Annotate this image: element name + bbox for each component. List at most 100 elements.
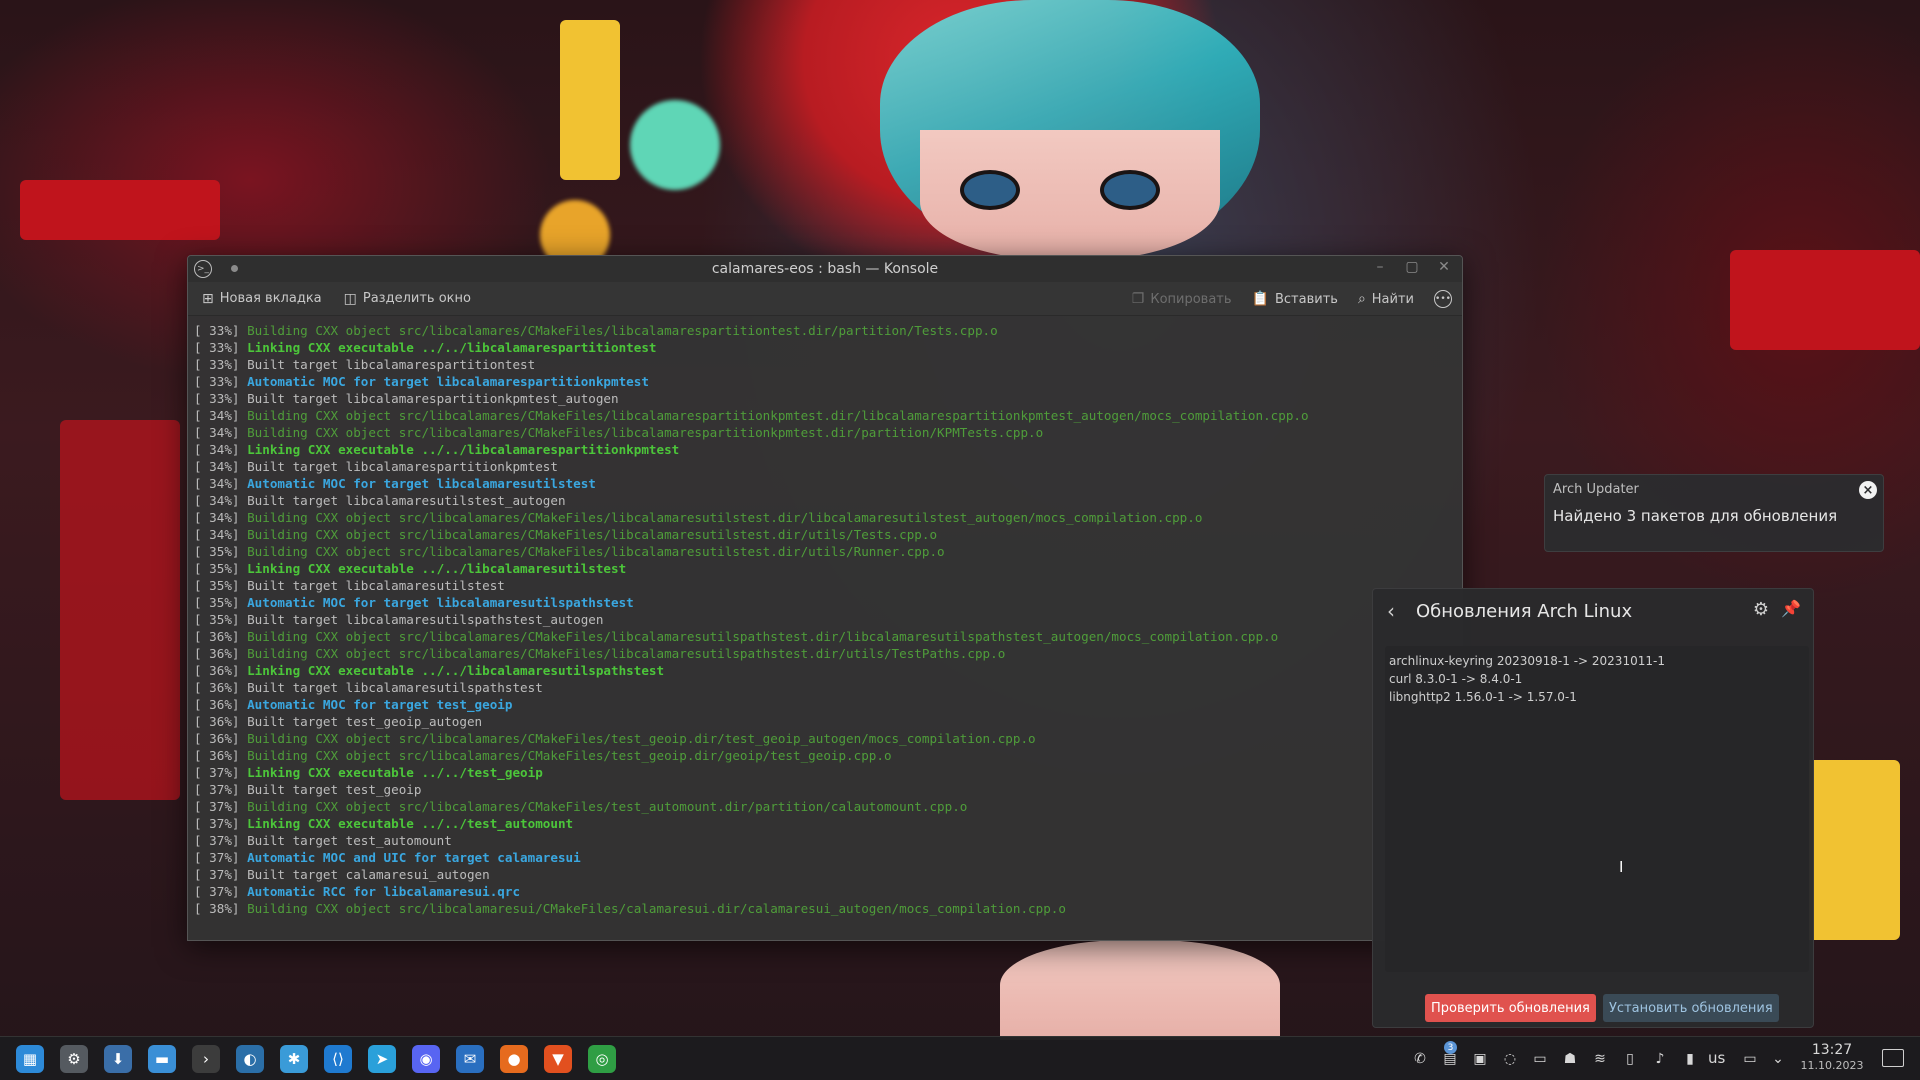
konsole-window[interactable]: >_ calamares-eos : bash — Konsole – ▢ ✕ … bbox=[187, 255, 1463, 941]
display-tray-icon[interactable]: ▭ bbox=[1530, 1049, 1550, 1069]
install-updates-button[interactable]: Установить обновления bbox=[1603, 994, 1779, 1022]
terminal-line: [ 33%] Linking CXX executable ../../libc… bbox=[194, 339, 1456, 356]
wallpaper-neon-sign bbox=[60, 420, 180, 800]
build-message: Linking CXX executable ../../libcalamare… bbox=[247, 663, 665, 678]
wallpaper-character-eye bbox=[960, 170, 1020, 210]
build-message: Building CXX object src/libcalamares/CMa… bbox=[247, 731, 1036, 746]
more-icon[interactable]: ••• bbox=[1434, 290, 1452, 308]
clock[interactable]: 13:27 11.10.2023 bbox=[1800, 1042, 1864, 1073]
terminal-output[interactable]: [ 33%] Building CXX object src/libcalama… bbox=[188, 318, 1462, 940]
network-tray-icon[interactable]: ≋ bbox=[1590, 1049, 1610, 1069]
kde-connect-icon[interactable]: ✱ bbox=[280, 1045, 308, 1073]
build-progress-percent: [ 37%] bbox=[194, 765, 248, 780]
build-message: Built target libcalamarespartitionkpmtes… bbox=[247, 459, 558, 474]
vpn-tray-icon[interactable]: ◌ bbox=[1500, 1049, 1520, 1069]
gear-icon[interactable]: ⚙ bbox=[1753, 599, 1769, 620]
back-arrow-icon[interactable]: ‹ bbox=[1387, 599, 1395, 623]
paste-button[interactable]: 📋 Вставить bbox=[1252, 291, 1338, 307]
package-update-item[interactable]: libnghttp2 1.56.0-1 -> 1.57.0-1 bbox=[1389, 688, 1805, 706]
file-manager-icon[interactable]: ▬ bbox=[148, 1045, 176, 1073]
window-titlebar[interactable]: >_ calamares-eos : bash — Konsole – ▢ ✕ bbox=[188, 256, 1462, 282]
build-progress-percent: [ 35%] bbox=[194, 578, 248, 593]
build-message: Automatic MOC for target libcalamaresuti… bbox=[247, 476, 596, 491]
clipboard-tray-icon[interactable]: ▯ bbox=[1620, 1049, 1640, 1069]
discord-icon[interactable]: ◉ bbox=[412, 1045, 440, 1073]
software-store-icon[interactable]: ⬇ bbox=[104, 1045, 132, 1073]
terminal-line: [ 33%] Building CXX object src/libcalama… bbox=[194, 322, 1456, 339]
build-message: Building CXX object src/libcalamaresui/C… bbox=[247, 901, 1066, 916]
build-progress-percent: [ 36%] bbox=[194, 680, 248, 695]
show-desktop-icon[interactable] bbox=[1882, 1049, 1904, 1067]
build-message: Automatic MOC for target libcalamaresuti… bbox=[247, 595, 634, 610]
find-button[interactable]: ⌕ Найти bbox=[1358, 291, 1414, 307]
build-message: Linking CXX executable ../../libcalamare… bbox=[247, 442, 680, 457]
screenshot-tray-icon[interactable]: ▣ bbox=[1470, 1049, 1490, 1069]
terminal-line: [ 34%] Building CXX object src/libcalama… bbox=[194, 526, 1456, 543]
terminal-line: [ 36%] Built target libcalamaresutilspat… bbox=[194, 679, 1456, 696]
terminal-icon[interactable]: >_ bbox=[194, 260, 212, 278]
wallpaper-lantern bbox=[630, 100, 720, 190]
battery-tray-icon[interactable]: ▮ bbox=[1680, 1049, 1700, 1069]
build-progress-percent: [ 33%] bbox=[194, 357, 248, 372]
firefox-icon[interactable]: ● bbox=[500, 1045, 528, 1073]
kde-connect-tray-icon[interactable]: ✆ bbox=[1410, 1049, 1430, 1069]
build-message: Built target calamaresui_autogen bbox=[247, 867, 490, 882]
browser-edge-icon[interactable]: ◐ bbox=[236, 1045, 264, 1073]
copy-button[interactable]: ❐ Копировать bbox=[1132, 291, 1232, 307]
build-progress-percent: [ 34%] bbox=[194, 408, 248, 423]
build-progress-percent: [ 33%] bbox=[194, 391, 248, 406]
window-pin-dot[interactable] bbox=[231, 265, 238, 272]
volume-tray-icon[interactable]: ♪ bbox=[1650, 1049, 1670, 1069]
package-update-item[interactable]: archlinux-keyring 20230918-1 -> 20231011… bbox=[1389, 652, 1805, 670]
build-message: Built target libcalamaresutilspathstest bbox=[247, 680, 543, 695]
paste-icon: 📋 bbox=[1251, 291, 1269, 307]
terminal-line: [ 35%] Built target libcalamaresutilstes… bbox=[194, 577, 1456, 594]
pin-icon[interactable]: 📌 bbox=[1781, 599, 1801, 618]
terminal-line: [ 37%] Built target calamaresui_autogen bbox=[194, 866, 1456, 883]
close-icon[interactable]: × bbox=[1859, 481, 1877, 499]
build-message: Automatic RCC for libcalamaresui.qrc bbox=[247, 884, 521, 899]
terminal-icon[interactable]: › bbox=[192, 1045, 220, 1073]
maximize-icon[interactable]: ▢ bbox=[1402, 259, 1422, 275]
package-update-list[interactable]: archlinux-keyring 20230918-1 -> 20231011… bbox=[1385, 646, 1809, 972]
thunderbird-icon[interactable]: ✉ bbox=[456, 1045, 484, 1073]
terminal-line: [ 37%] Built target test_geoip bbox=[194, 781, 1456, 798]
application-launcher-icon[interactable]: ▦ bbox=[16, 1045, 44, 1073]
build-message: Building CXX object src/libcalamares/CMa… bbox=[247, 510, 1203, 525]
update-notification[interactable]: Arch Updater Найдено 3 пакетов для обнов… bbox=[1544, 474, 1884, 552]
close-icon[interactable]: ✕ bbox=[1434, 259, 1454, 275]
package-update-item[interactable]: curl 8.3.0-1 -> 8.4.0-1 bbox=[1389, 670, 1805, 688]
build-progress-percent: [ 34%] bbox=[194, 459, 248, 474]
window-title: calamares-eos : bash — Konsole bbox=[711, 261, 939, 277]
monitor-tray-icon[interactable]: ▭ bbox=[1740, 1049, 1760, 1069]
check-updates-button[interactable]: Проверить обновления bbox=[1425, 994, 1596, 1022]
wallpaper-neon-sign bbox=[1730, 250, 1920, 350]
keyboard-layout[interactable]: us bbox=[1708, 1049, 1725, 1067]
build-progress-percent: [ 37%] bbox=[194, 884, 248, 899]
vscode-icon[interactable]: ⟨⟩ bbox=[324, 1045, 352, 1073]
popup-title: Обновления Arch Linux bbox=[1416, 601, 1633, 622]
terminal-line: [ 34%] Building CXX object src/libcalama… bbox=[194, 407, 1456, 424]
new-tab-button[interactable]: ⊞ Новая вкладка bbox=[202, 291, 322, 307]
terminal-line: [ 36%] Built target test_geoip_autogen bbox=[194, 713, 1456, 730]
split-view-button[interactable]: ◫ Разделить окно bbox=[344, 291, 471, 307]
chrome-icon[interactable]: ◎ bbox=[588, 1045, 616, 1073]
notification-app-name: Arch Updater bbox=[1553, 482, 1639, 497]
terminal-line: [ 34%] Building CXX object src/libcalama… bbox=[194, 424, 1456, 441]
ghost-tray-icon[interactable]: ☗ bbox=[1560, 1049, 1580, 1069]
system-settings-icon[interactable]: ⚙ bbox=[60, 1045, 88, 1073]
build-message: Building CXX object src/libcalamares/CMa… bbox=[247, 748, 892, 763]
telegram-icon[interactable]: ➤ bbox=[368, 1045, 396, 1073]
build-message: Building CXX object src/libcalamares/CMa… bbox=[247, 408, 1309, 423]
build-progress-percent: [ 38%] bbox=[194, 901, 248, 916]
terminal-line: [ 33%] Automatic MOC for target libcalam… bbox=[194, 373, 1456, 390]
brave-icon[interactable]: ▼ bbox=[544, 1045, 572, 1073]
chevron-down-icon[interactable]: ⌄ bbox=[1768, 1049, 1788, 1069]
copy-label: Копировать bbox=[1150, 291, 1232, 307]
minimize-icon[interactable]: – bbox=[1370, 259, 1390, 275]
split-view-icon: ◫ bbox=[343, 290, 357, 307]
terminal-line: [ 38%] Building CXX object src/libcalama… bbox=[194, 900, 1456, 917]
build-message: Built target test_geoip_autogen bbox=[247, 714, 483, 729]
terminal-line: [ 37%] Built target test_automount bbox=[194, 832, 1456, 849]
build-message: Building CXX object src/libcalamares/CMa… bbox=[247, 425, 1044, 440]
